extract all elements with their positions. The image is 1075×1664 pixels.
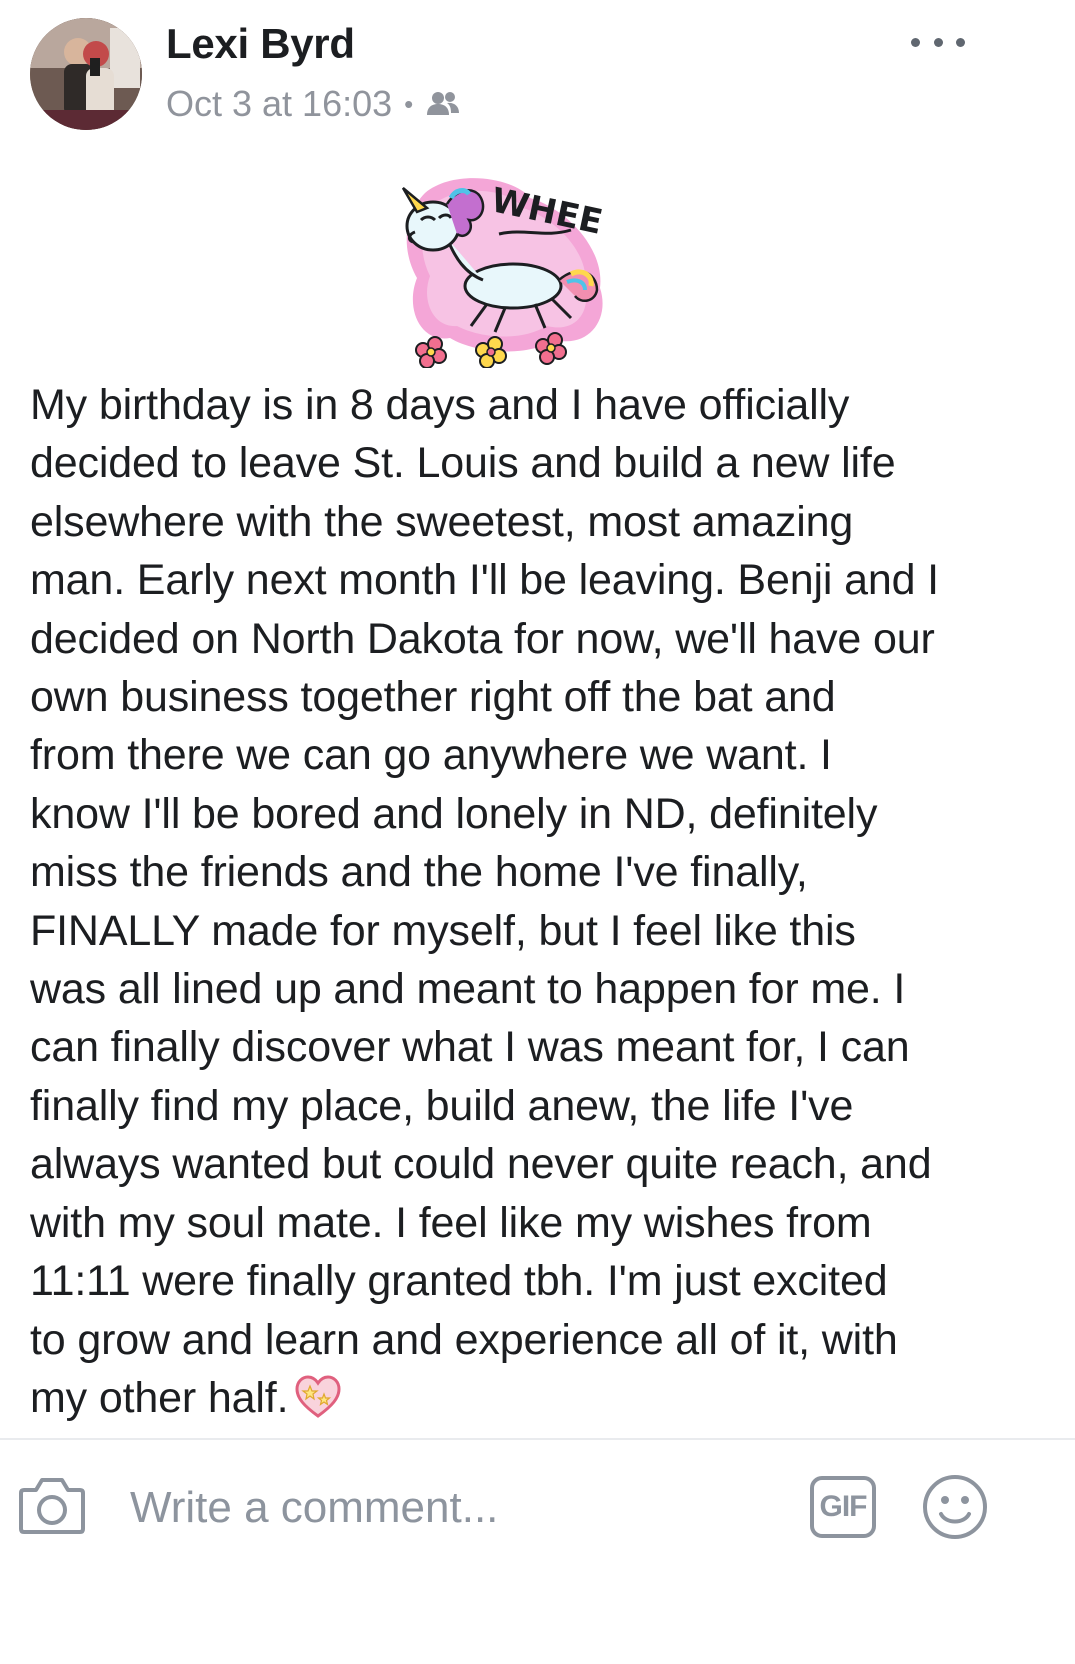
camera-button[interactable]: [18, 1474, 86, 1536]
gif-button[interactable]: GIF: [810, 1476, 876, 1538]
friends-icon[interactable]: [425, 89, 461, 119]
post-timestamp[interactable]: Oct 3 at 16:03: [166, 83, 392, 125]
avatar[interactable]: [30, 18, 142, 130]
avatar-photo: [30, 18, 142, 130]
post-header: Lexi Byrd Oct 3 at 16:03 •: [0, 0, 1075, 150]
facebook-post: Lexi Byrd Oct 3 at 16:03 • WHEE My birth…: [0, 0, 1075, 1664]
author-name[interactable]: Lexi Byrd: [166, 20, 355, 68]
post-text: My birthday is in 8 days and I have offi…: [30, 381, 939, 1422]
post-body: My birthday is in 8 days and I have offi…: [30, 376, 990, 1427]
meta-separator: •: [404, 88, 414, 119]
unicorn-sticker-icon: WHEE: [401, 178, 606, 368]
emoji-button[interactable]: [922, 1474, 988, 1540]
comment-bar: GIF: [0, 1440, 1075, 1580]
more-dot: [956, 37, 965, 47]
more-horizontal-icon: [911, 37, 920, 47]
camera-icon: [19, 1478, 85, 1534]
comment-input[interactable]: [130, 1480, 770, 1536]
unicorn-sticker: WHEE: [395, 168, 610, 368]
more-dot: [933, 37, 943, 47]
post-meta: Oct 3 at 16:03 •: [166, 83, 461, 125]
smiley-icon: [923, 1475, 987, 1539]
more-options-button[interactable]: [911, 30, 965, 54]
sparkling-heart-icon: [295, 1375, 341, 1418]
